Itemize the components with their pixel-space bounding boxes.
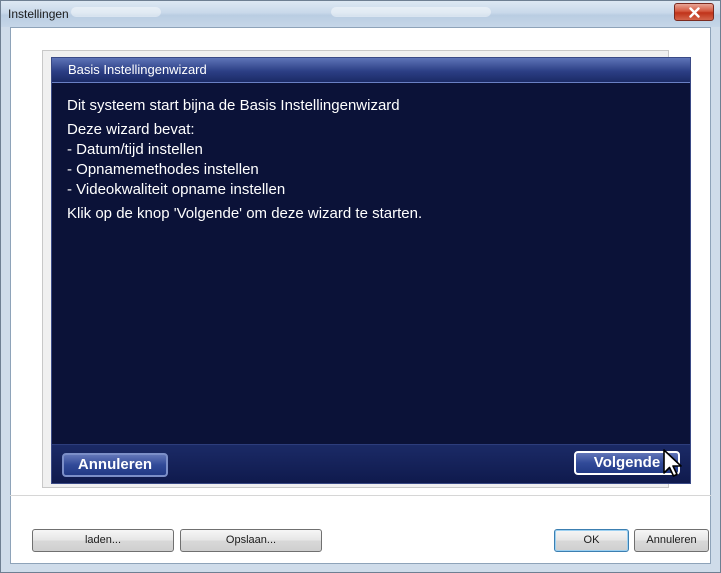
load-button[interactable]: laden... (32, 529, 174, 552)
message-line: - Datum/tijd instellen (67, 141, 203, 158)
wizard-header: Basis Instellingenwizard (52, 58, 690, 83)
titlebar-glass-streak (331, 7, 491, 17)
footer-divider (10, 495, 711, 496)
title-bar[interactable]: Instellingen (1, 1, 720, 27)
wizard-title: Basis Instellingenwizard (68, 62, 207, 77)
close-icon (689, 7, 700, 18)
close-button[interactable] (674, 3, 714, 21)
ok-button[interactable]: OK (554, 529, 629, 552)
wizard-panel: Basis Instellingenwizard Dit systeem sta… (51, 57, 691, 484)
window-title: Instellingen (8, 7, 69, 21)
titlebar-glass-streak (71, 7, 161, 17)
wizard-message: Dit systeem start bijna de Basis Instell… (67, 96, 680, 224)
message-line: - Videokwaliteit opname instellen (67, 181, 286, 198)
mouse-pointer-icon (663, 449, 682, 477)
wizard-footer: Annuleren Volgende (52, 444, 690, 483)
wizard-cancel-button[interactable]: Annuleren (62, 453, 168, 477)
message-line: Deze wizard bevat: (67, 121, 195, 138)
cancel-button[interactable]: Annuleren (634, 529, 709, 552)
message-line: Dit systeem start bijna de Basis Instell… (67, 97, 400, 114)
save-button[interactable]: Opslaan... (180, 529, 322, 552)
message-line: - Opnamemethodes instellen (67, 161, 259, 178)
message-line: Klik op de knop 'Volgende' om deze wizar… (67, 205, 423, 222)
